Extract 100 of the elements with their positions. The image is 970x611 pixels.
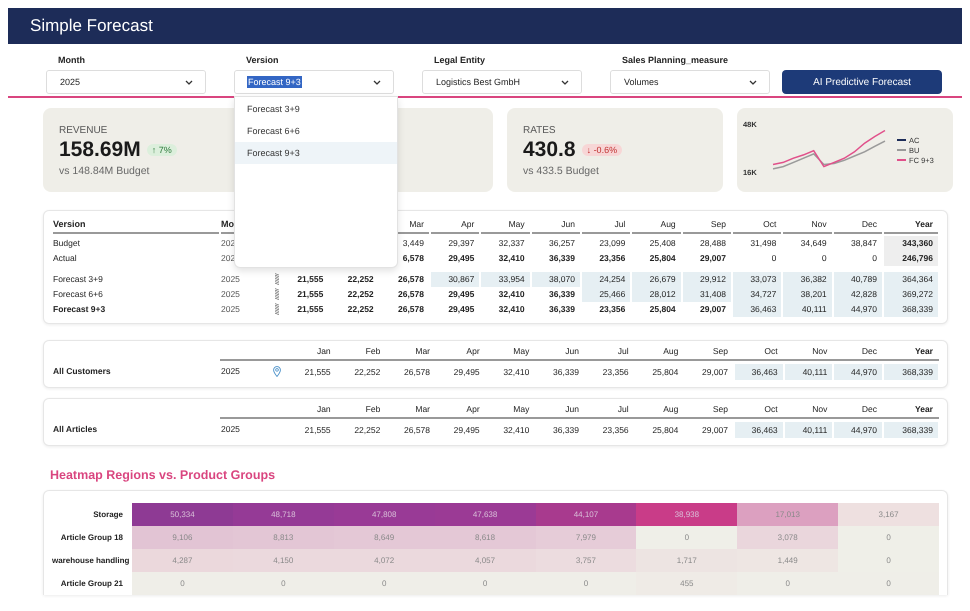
column-header: Jun: [532, 217, 580, 234]
table-cell: 33,954: [481, 272, 530, 287]
table-cell-text: 28,488: [698, 237, 727, 250]
table-cell-text: 25,804: [651, 366, 680, 378]
change-badge: ↑ 7%: [146, 144, 177, 156]
heatmap-cell: 0: [232, 572, 334, 595]
table-cell-text: 22,252: [353, 366, 382, 378]
table-cell-text: 0: [820, 252, 828, 265]
filter-dropdown[interactable]: 2025: [46, 70, 206, 94]
column-header: Year: [914, 345, 934, 358]
kpi-value: 430.8: [523, 138, 576, 162]
column-header: Feb: [364, 345, 382, 358]
table-cell: 40,111: [784, 422, 832, 438]
heatmap-cell: 3,757: [536, 549, 636, 572]
column-header: Sep: [712, 345, 729, 358]
table-cell-text: 25,408: [648, 237, 677, 250]
table-cell-text: 36,339: [552, 366, 580, 378]
heatmap-cell: 0: [838, 526, 939, 549]
table-cell-text: 2025: [221, 303, 241, 316]
column-header: Jun: [564, 345, 580, 358]
table-cell: 368,339: [884, 422, 938, 438]
heatmap-cell: 8,618: [434, 526, 536, 549]
table-cell: 40,789: [834, 272, 882, 287]
column-header: Aug: [632, 217, 681, 234]
kpi-value: 158.69M: [59, 138, 141, 162]
table-cell: 44,970: [834, 422, 882, 438]
row-label: All Customers: [53, 365, 112, 378]
dropdown-option[interactable]: Forecast 9+3: [235, 142, 397, 164]
column-header: Jan: [316, 345, 332, 358]
version-cell-text: Actual: [53, 252, 78, 265]
table-cell-text: 34,649: [800, 237, 828, 250]
table-cell-text: 25,804: [651, 424, 680, 436]
table-cell: 364,364: [884, 272, 938, 287]
heatmap-cell: 0: [132, 572, 233, 595]
column-header: Dec: [834, 217, 882, 234]
heatmap-cell: 47,638: [434, 503, 536, 526]
section-title: Heatmap Regions vs. Product Groups: [50, 468, 276, 482]
column-header: Oct: [763, 345, 779, 358]
column-header: Jul: [616, 403, 630, 416]
table-cell-text: 21,555: [296, 303, 324, 316]
change-badge: ↓ -0.6%: [582, 144, 622, 156]
filter-dropdown[interactable]: Forecast 9+3: [234, 70, 394, 94]
filter-label: Version: [246, 55, 280, 65]
dropdown-option[interactable]: Forecast 6+6: [235, 120, 397, 142]
column-header: Oct: [732, 217, 782, 234]
table-cell-text: 6,578: [402, 252, 425, 265]
column-header: Jan: [316, 403, 332, 416]
row-label: Article Group 21: [60, 578, 124, 590]
row-label: warehouse handling: [52, 555, 130, 567]
column-header: Nov: [811, 345, 828, 358]
table-cell-text: 25,804: [648, 252, 677, 265]
version-cell-text: Budget: [53, 237, 81, 250]
heatmap-cell: 38,938: [636, 503, 738, 526]
heatmap-cell: 9,106: [132, 526, 233, 549]
filter-label: Month: [58, 55, 86, 65]
table-cell: 369,272: [884, 287, 938, 302]
heatmap-cell: 1,449: [737, 549, 838, 572]
kpi-comparison: vs 148.84M Budget: [59, 165, 150, 177]
heatmap-cell: 0: [838, 572, 939, 595]
table-cell: 28,012: [632, 287, 681, 302]
kpi-title: REVENUE: [59, 125, 108, 136]
heatmap-cell: 4,057: [434, 549, 536, 572]
heatmap-cell: 0: [334, 572, 435, 595]
table-cell: 25,466: [582, 287, 630, 302]
table-cell-text: 2025: [221, 273, 241, 286]
column-header: Nov: [811, 403, 828, 416]
column-header: Dec: [860, 403, 878, 416]
version-cell-text: Forecast 9+3: [53, 303, 106, 316]
heatmap-cell: 455: [636, 572, 738, 595]
column-header: May: [512, 345, 530, 358]
heatmap-cell: 3,078: [737, 526, 838, 549]
table-cell-text: 29,007: [698, 303, 727, 316]
heatmap-cell: 0: [636, 526, 738, 549]
table-cell-text: 29,007: [698, 252, 727, 265]
heatmap-cell: 0: [434, 572, 536, 595]
filter-dropdown[interactable]: Logistics Best GmbH: [422, 70, 582, 94]
table-cell-text: 0: [770, 252, 778, 265]
filter-dropdown[interactable]: Volumes: [610, 70, 770, 94]
heatmap-cell: 0: [737, 572, 838, 595]
column-header: Year: [884, 217, 938, 234]
table-cell: 44,970: [834, 302, 882, 317]
column-header: Feb: [364, 403, 382, 416]
table-cell-text: 21,555: [296, 288, 324, 301]
dropdown-option[interactable]: Forecast 3+9: [235, 98, 397, 120]
row-label: Storage: [92, 509, 124, 521]
table-cell-text: 32,410: [502, 366, 530, 378]
table-cell-text: 25,804: [648, 303, 677, 316]
table-cell-text: 21,555: [296, 273, 324, 286]
table-cell: 30,867: [430, 272, 480, 287]
table-cell-text: 22,252: [346, 288, 375, 301]
table-cell: 44,970: [834, 364, 882, 380]
table-cell-text: 36,339: [552, 424, 580, 436]
heatmap-cell: 7,979: [536, 526, 636, 549]
heatmap-cell: 8,649: [334, 526, 435, 549]
heatmap-cell: 47,808: [334, 503, 435, 526]
column-header: Apr: [465, 403, 481, 416]
table-cell-text: 26,578: [396, 273, 425, 286]
table-cell: 343,360: [884, 236, 938, 251]
table-cell: 31,408: [682, 287, 731, 302]
forecast-button[interactable]: AI Predictive Forecast: [782, 70, 942, 94]
